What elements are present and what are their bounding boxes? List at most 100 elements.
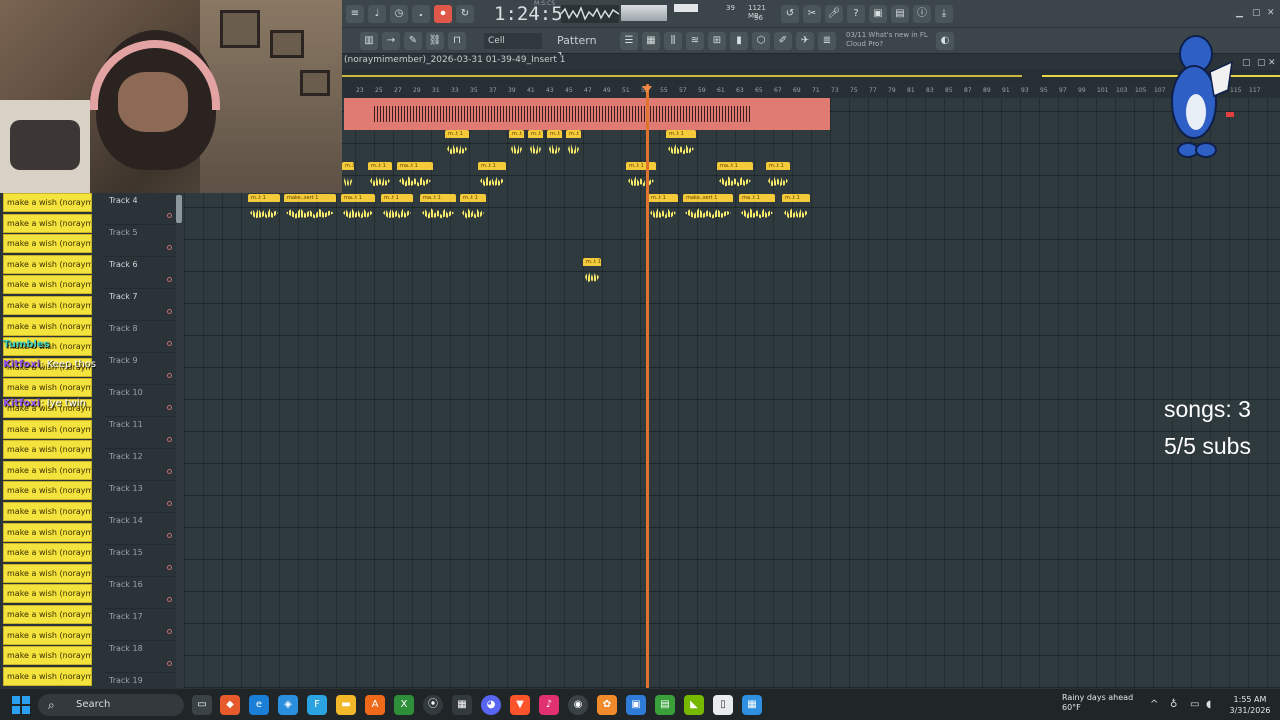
track-header[interactable]: Track 17 (104, 609, 176, 641)
cut-icon[interactable]: ✂ (803, 5, 821, 23)
maximize-icon[interactable]: ▢ (1252, 8, 1261, 18)
track-mute-indicator[interactable] (167, 277, 172, 282)
track-header[interactable]: Track 7 (104, 289, 176, 321)
playlist-icon[interactable]: ☰ (620, 32, 638, 50)
save-icon[interactable]: ▣ (869, 5, 887, 23)
audio-clip[interactable]: m..t 1 (509, 130, 524, 160)
taskbar-clock[interactable]: 1:55 AM 3/31/2026 (1224, 694, 1276, 716)
audio-clip[interactable]: ma..t 1 (717, 162, 753, 192)
audio-clip[interactable]: m..t 1 (368, 162, 392, 192)
store-icon[interactable]: ◈ (278, 695, 298, 715)
audio-clip[interactable]: make..sert 1 (683, 194, 733, 224)
track-mute-indicator[interactable] (167, 341, 172, 346)
track-mute-indicator[interactable] (167, 501, 172, 506)
audio-clip[interactable]: m..t 1 (626, 162, 656, 192)
pattern-selector[interactable]: Pattern 1 (557, 33, 605, 63)
file-explorer-icon[interactable]: ▬ (336, 695, 356, 715)
notes-icon[interactable]: ▮ (730, 32, 748, 50)
music-app-icon[interactable]: ♪ (539, 695, 559, 715)
audio-clip[interactable]: ma..t 1 (341, 194, 375, 224)
mic-icon[interactable]: 🎤︎ (825, 5, 843, 23)
list-icon[interactable]: ≣ (818, 32, 836, 50)
weather-widget[interactable]: Rainy days ahead 60°F (1046, 693, 1136, 713)
audio-clip[interactable]: m..t 1 (528, 130, 543, 160)
track-header[interactable]: Track 8 (104, 321, 176, 353)
playlist-minimize-icon[interactable]: ▢ (1242, 58, 1251, 68)
audio-clip[interactable]: ma..t 1 (739, 194, 775, 224)
discord-icon[interactable]: ◕ (481, 695, 501, 715)
brush-icon[interactable]: ✐ (774, 32, 792, 50)
track-header[interactable]: Track 9 (104, 353, 176, 385)
editor-app-icon[interactable]: F (307, 695, 327, 715)
track-mute-indicator[interactable] (167, 469, 172, 474)
edge-browser-icon[interactable]: e (249, 695, 269, 715)
audio-clip[interactable]: ma..t 1 (397, 162, 433, 192)
track-mute-indicator[interactable] (167, 309, 172, 314)
track-mute-indicator[interactable] (167, 661, 172, 666)
obs-icon[interactable]: ◉ (568, 695, 588, 715)
track-mute-indicator[interactable] (167, 437, 172, 442)
master-volume-meter[interactable] (621, 5, 667, 21)
track-mute-indicator[interactable] (167, 373, 172, 378)
loop-icon[interactable]: ↻ (456, 5, 474, 23)
close-icon[interactable]: ✕ (1267, 8, 1275, 18)
mic-tray-icon[interactable]: ♁ (1170, 699, 1177, 710)
track-mute-indicator[interactable] (167, 597, 172, 602)
audio-clip[interactable]: m..t 1 (445, 130, 469, 160)
globe-icon[interactable]: ◐ (936, 32, 954, 50)
audio-app-icon[interactable]: A (365, 695, 385, 715)
task-view-icon[interactable]: ▭ (192, 695, 212, 715)
playhead[interactable] (646, 84, 649, 688)
playlist-overview[interactable] (342, 70, 1280, 84)
spreadsheet-icon[interactable]: X (394, 695, 414, 715)
timeline-ruler[interactable]: 23 25 27 29 31 33 35 37 39 41 43 45 47 49 51 53 55 57 59 61… (342, 84, 1280, 98)
news-panel[interactable]: 03/11 What's new in FL Cloud Pro? (846, 31, 936, 53)
audio-clip[interactable]: ma..t 1 (420, 194, 456, 224)
pencil-icon[interactable]: ✎ (404, 32, 422, 50)
tempo-icon[interactable]: ♩ (368, 5, 386, 23)
mixer-icon[interactable]: ▤ (891, 5, 909, 23)
audio-clip[interactable]: m..t 1 (248, 194, 280, 224)
audio-clip[interactable]: m..t 1 (478, 162, 506, 192)
plugin-icon[interactable]: ⬡ (752, 32, 770, 50)
tray-expand-icon[interactable]: ^ (1150, 699, 1158, 710)
controller-icon[interactable]: ▦ (452, 695, 472, 715)
nvidia-icon[interactable]: ◣ (684, 695, 704, 715)
chat-username[interactable]: Tumbles (3, 339, 50, 350)
volume-icon[interactable]: ◖ (1206, 699, 1211, 710)
audio-clip[interactable]: m..t 1 (666, 130, 696, 160)
playlist-maximize-icon[interactable]: ▢ (1257, 58, 1266, 68)
fx-icon[interactable]: ✈ (796, 32, 814, 50)
song-mode-icon[interactable]: ◷ (390, 5, 408, 23)
track-header[interactable]: Track 16 (104, 577, 176, 609)
track-mute-indicator[interactable] (167, 629, 172, 634)
browser-icon[interactable]: ⊞ (708, 32, 726, 50)
track-mute-indicator[interactable] (167, 533, 172, 538)
scrollbar-thumb[interactable] (176, 195, 182, 223)
info-icon[interactable]: ⓘ (913, 5, 931, 23)
audio-clip[interactable]: m..t 1 (583, 258, 601, 288)
track-scrollbar[interactable] (176, 193, 184, 688)
arrow-icon[interactable]: → (382, 32, 400, 50)
track-header[interactable]: Track 4 (104, 193, 176, 225)
playhead-marker-icon[interactable] (642, 86, 652, 93)
windows-start-icon[interactable] (12, 696, 30, 714)
chat-username[interactable]: Kitfoxi (3, 359, 40, 370)
track-header[interactable]: Track 10 (104, 385, 176, 417)
channel-rack-icon[interactable]: ▦ (642, 32, 660, 50)
track-header[interactable]: Track 12 (104, 449, 176, 481)
track-header[interactable]: Track 6 (104, 257, 176, 289)
track-header[interactable]: Track 5 (104, 225, 176, 257)
audio-clip[interactable]: m..t 1 (547, 130, 562, 160)
notepad-icon[interactable]: ▯ (713, 695, 733, 715)
stamp-icon[interactable]: ⊓ (448, 32, 466, 50)
track-header[interactable]: Track 15 (104, 545, 176, 577)
audio-clip[interactable]: m..t 1 (381, 194, 413, 224)
track-mute-indicator[interactable] (167, 405, 172, 410)
record-mode-icon[interactable]: ⏺ (434, 5, 452, 23)
paint-app-icon[interactable]: ◆ (220, 695, 240, 715)
track-header[interactable]: Track 18 (104, 641, 176, 673)
mixer-view-icon[interactable]: ⫼ (664, 32, 682, 50)
download-icon[interactable]: ⤓ (935, 5, 953, 23)
audio-clip[interactable]: m..t 1 (342, 162, 354, 192)
